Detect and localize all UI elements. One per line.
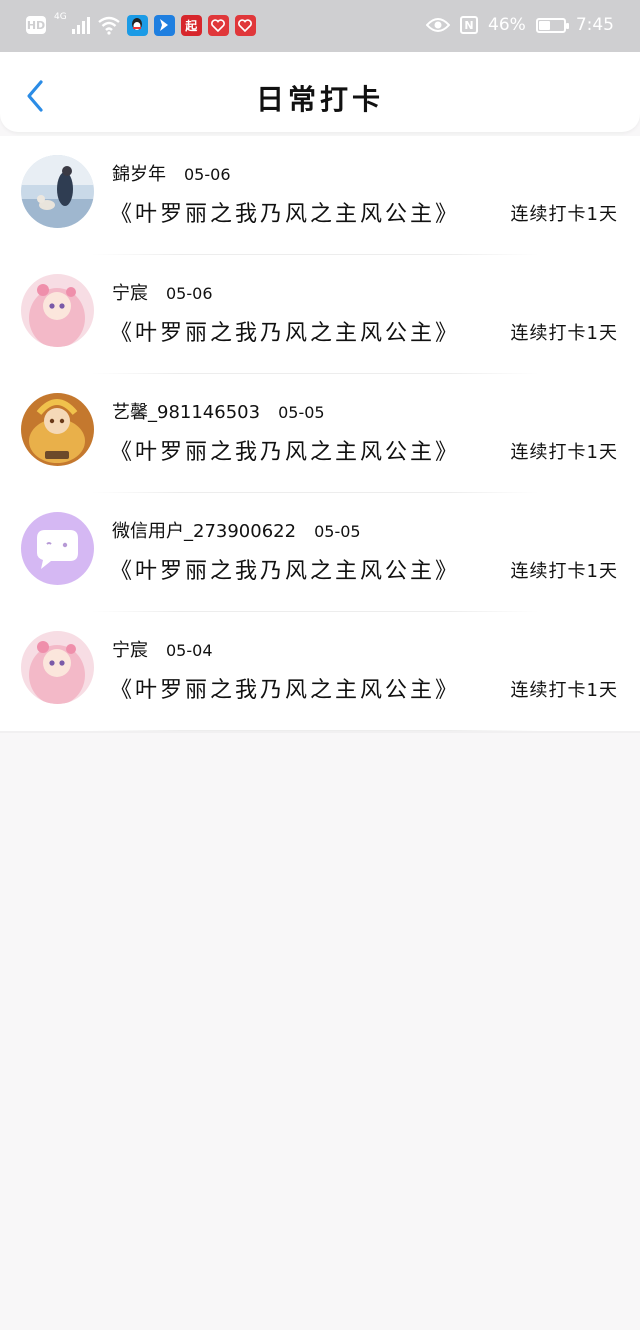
clock: 7:45: [575, 15, 614, 35]
user-line: 錦岁年 05-06: [112, 160, 231, 186]
photo-avatar[interactable]: [21, 155, 94, 228]
user-line: 宁宸 05-06: [112, 279, 213, 305]
status-bar: HD 4G 起 N 46% 7:45: [0, 0, 640, 52]
pink-doll-avatar[interactable]: [21, 274, 94, 347]
battery-percent: 46%: [488, 15, 526, 35]
checkin-date: 05-04: [166, 641, 213, 660]
wifi-icon: [97, 16, 120, 35]
user-name: 微信用户_273900622: [112, 521, 297, 542]
nfc-icon: N: [460, 16, 479, 34]
streak-label: 连续打卡1天: [510, 442, 618, 463]
user-name: 艺馨_981146503: [112, 402, 261, 423]
divider: [90, 730, 540, 731]
user-name: 宁宸: [112, 640, 148, 661]
checkin-date: 05-05: [314, 522, 361, 541]
user-name: 宁宸: [112, 283, 148, 304]
list-item[interactable]: 艺馨_981146503 05-05 《叶罗丽之我乃风之主风公主》 连续打卡1天: [0, 374, 640, 493]
eye-icon: [426, 18, 451, 32]
book-title: 《叶罗丽之我乃风之主风公主》: [110, 559, 461, 584]
network-type: 4G: [54, 12, 67, 22]
checkin-date: 05-05: [278, 403, 325, 422]
qq-app-icon: [126, 14, 148, 36]
status-bar-right: N 46% 7:45: [426, 12, 614, 38]
user-line: 宁宸 05-04: [112, 636, 213, 662]
checkin-date: 05-06: [166, 284, 213, 303]
heart-app-icon-2: [234, 14, 256, 36]
battery-icon: [535, 17, 569, 33]
streak-label: 连续打卡1天: [510, 561, 618, 582]
default-chat-avatar[interactable]: [21, 512, 94, 585]
battery-level: [538, 20, 550, 30]
checkin-list: 錦岁年 05-06 《叶罗丽之我乃风之主风公主》 连续打卡1天 宁宸 05-06 《…: [0, 136, 640, 733]
streak-label: 连续打卡1天: [510, 204, 618, 225]
user-name: 錦岁年: [112, 164, 166, 185]
streak-label: 连续打卡1天: [510, 680, 618, 701]
list-item[interactable]: 宁宸 05-06 《叶罗丽之我乃风之主风公主》 连续打卡1天: [0, 255, 640, 374]
user-line: 艺馨_981146503 05-05: [112, 398, 325, 424]
book-title: 《叶罗丽之我乃风之主风公主》: [110, 321, 461, 346]
user-line: 微信用户_273900622 05-05: [112, 517, 361, 543]
qidian-app-icon: 起: [180, 14, 202, 36]
book-title: 《叶罗丽之我乃风之主风公主》: [110, 440, 461, 465]
list-item[interactable]: 宁宸 05-04 《叶罗丽之我乃风之主风公主》 连续打卡1天: [0, 612, 640, 731]
page-header: 日常打卡: [0, 52, 640, 132]
gold-doll-avatar[interactable]: [21, 393, 94, 466]
status-bar-left: HD 4G 起: [26, 12, 256, 38]
checkin-date: 05-06: [184, 165, 231, 184]
list-item[interactable]: 錦岁年 05-06 《叶罗丽之我乃风之主风公主》 连续打卡1天: [0, 136, 640, 255]
list-end-divider: [0, 731, 640, 733]
book-title: 《叶罗丽之我乃风之主风公主》: [110, 202, 461, 227]
hd-icon: HD: [26, 16, 46, 34]
pink-doll-avatar[interactable]: [21, 631, 94, 704]
list-item[interactable]: 微信用户_273900622 05-05 《叶罗丽之我乃风之主风公主》 连续打卡1…: [0, 493, 640, 612]
book-title: 《叶罗丽之我乃风之主风公主》: [110, 678, 461, 703]
page-title: 日常打卡: [255, 83, 384, 116]
messenger-app-icon: [153, 14, 175, 36]
signal-icon: [71, 17, 90, 34]
streak-label: 连续打卡1天: [510, 323, 618, 344]
heart-app-icon: [207, 14, 229, 36]
